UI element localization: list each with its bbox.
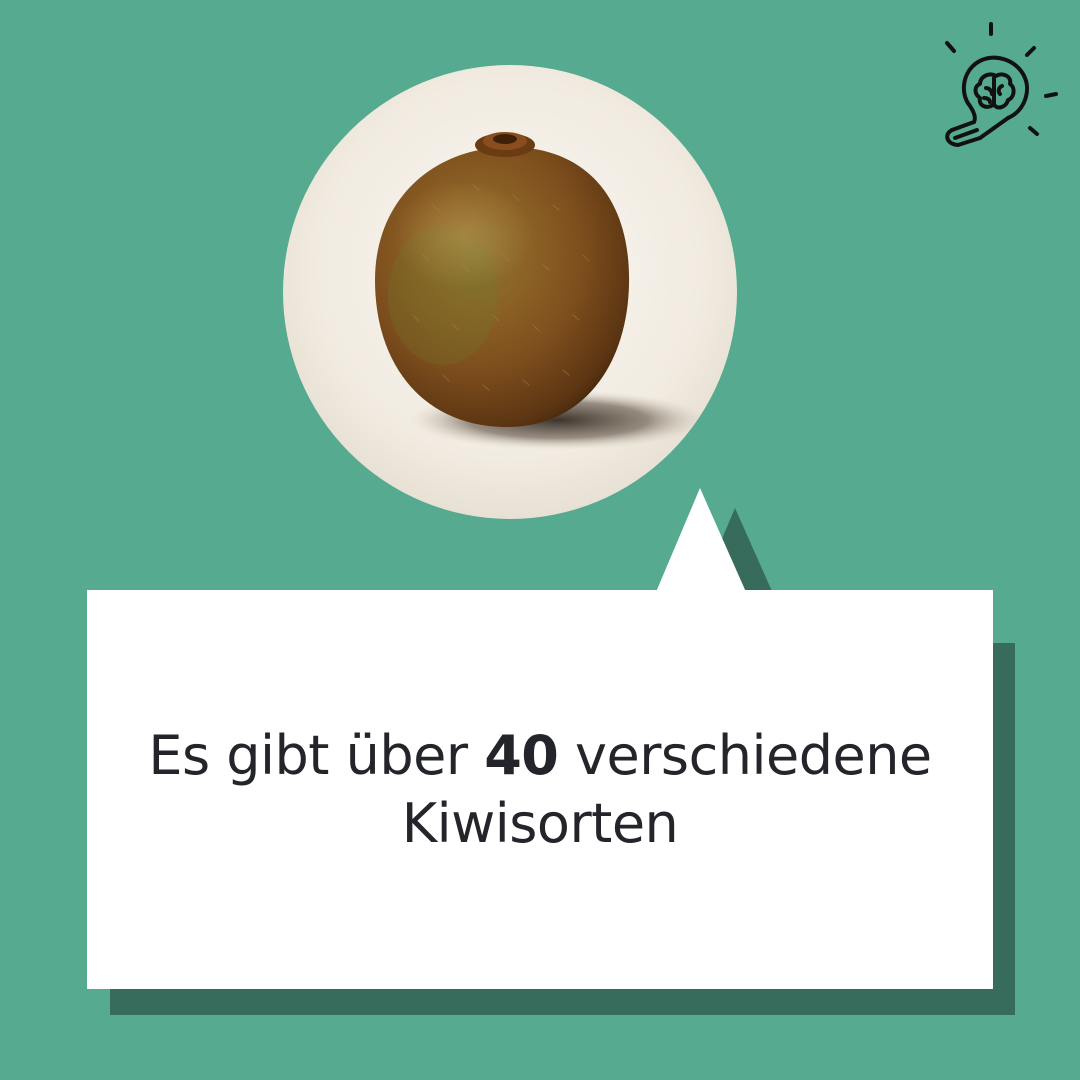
speech-bubble: Es gibt über 40 verschiedene Kiwisorten: [87, 590, 993, 989]
fact-card: Es gibt über 40 verschiedene Kiwisorten: [0, 0, 1080, 1080]
fact-number: 40: [484, 723, 559, 787]
fact-text: Es gibt über 40 verschiedene Kiwisorten: [118, 722, 961, 858]
kiwi-photo: [283, 65, 737, 519]
lightbulb-brain-icon: [945, 22, 1058, 147]
fact-text-line2: Kiwisorten: [401, 791, 679, 855]
fact-text-before: Es gibt über: [148, 723, 485, 787]
fact-text-after: verschiedene: [558, 723, 932, 787]
